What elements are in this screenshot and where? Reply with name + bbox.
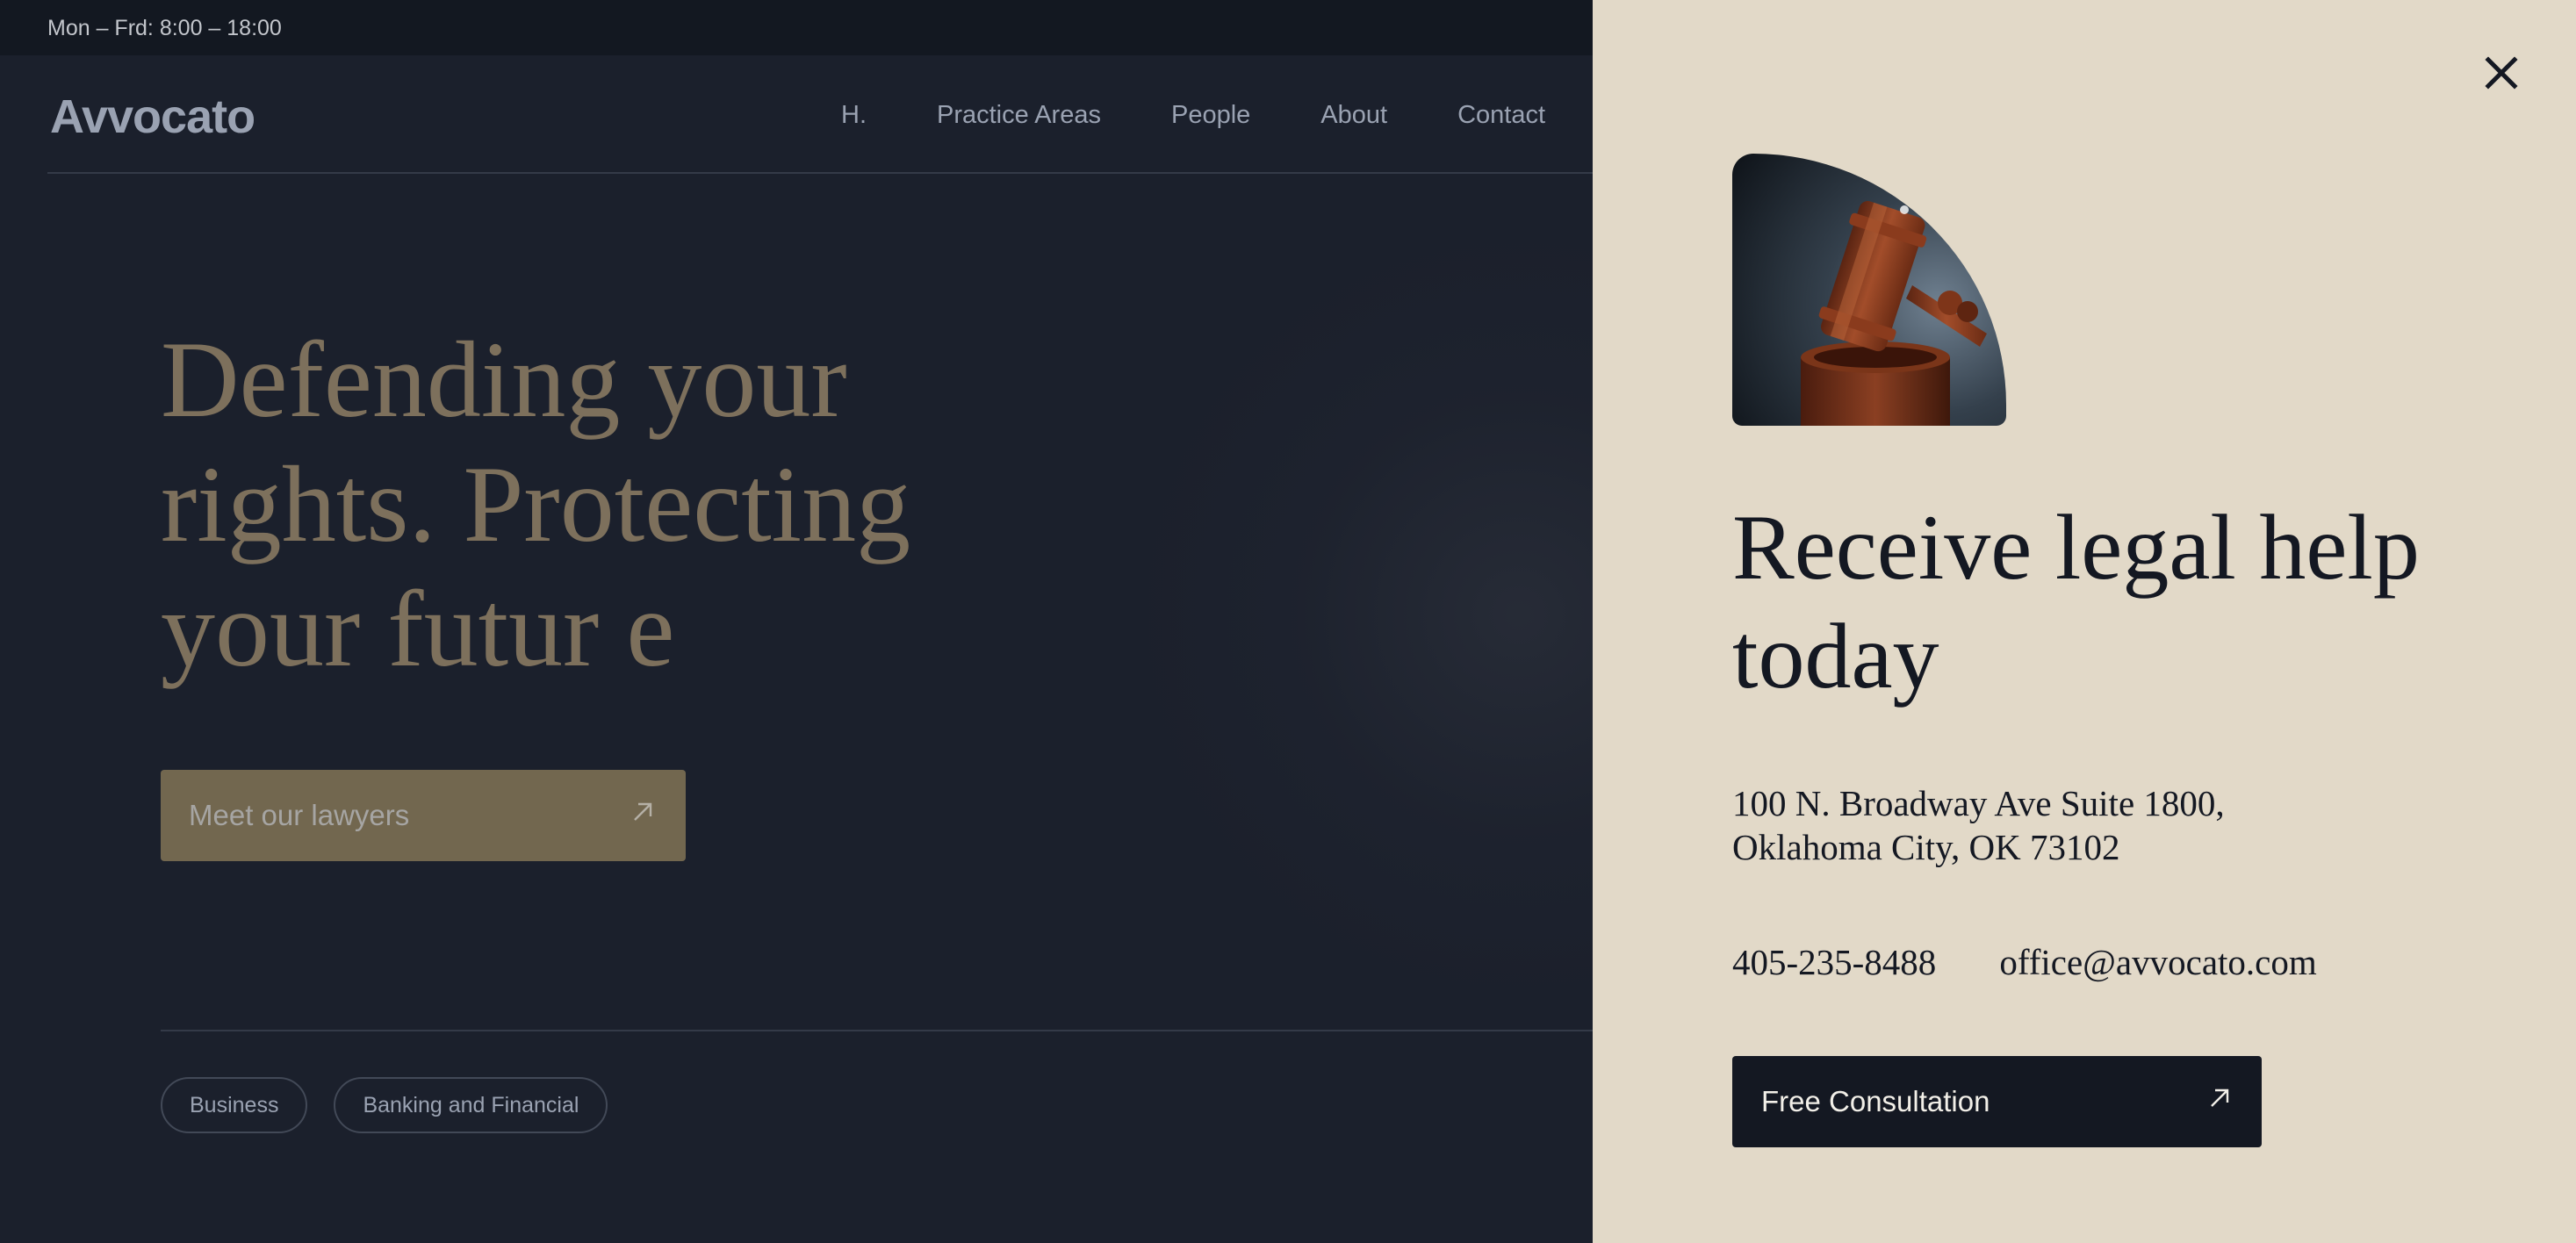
header-divider [47,172,1593,174]
arrow-up-right-icon [630,799,656,833]
section-divider [161,1030,1601,1031]
nav-item-people[interactable]: People [1171,101,1250,130]
hero-title-line-3: your futur e [161,569,675,689]
panel-title: Receive legal help today [1732,496,2420,708]
practice-tags: Business Banking and Financial [161,1077,608,1133]
main-nav: H. Practice Areas People About Contact [841,101,1545,130]
nav-item-contact[interactable]: Contact [1457,101,1545,130]
tag-banking-financial[interactable]: Banking and Financial [334,1077,608,1133]
contact-details: 405-235-8488 office@avvocato.com [1732,941,2317,983]
hero-title: Defending your rights. Protecting your f… [161,318,1126,692]
close-icon[interactable] [2481,53,2522,93]
nav-item-practice-areas[interactable]: Practice Areas [937,101,1101,130]
email-link[interactable]: office@avvocato.com [1999,941,2316,983]
hero-title-line-2: rights. Protecting [161,444,911,564]
office-address: 100 N. Broadway Ave Suite 1800, Oklahoma… [1732,781,2435,869]
meet-lawyers-button[interactable]: Meet our lawyers [161,770,686,861]
free-consultation-label: Free Consultation [1761,1085,1990,1117]
address-line-2: Oklahoma City, OK 73102 [1732,827,2120,867]
office-hours: Mon – Frd: 8:00 – 18:00 [47,16,282,40]
arrow-up-right-icon [2206,1085,2233,1119]
free-consultation-button[interactable]: Free Consultation [1732,1056,2262,1147]
tag-business[interactable]: Business [161,1077,308,1133]
nav-item-about[interactable]: About [1320,101,1387,130]
site-logo[interactable]: Avvocato [50,90,255,144]
meet-lawyers-label: Meet our lawyers [189,799,410,831]
nav-item-home[interactable]: H. [841,101,867,130]
hero-title-line-1: Defending your [161,320,847,440]
phone-link[interactable]: 405-235-8488 [1732,941,1936,983]
address-line-1: 100 N. Broadway Ave Suite 1800, [1732,783,2225,823]
